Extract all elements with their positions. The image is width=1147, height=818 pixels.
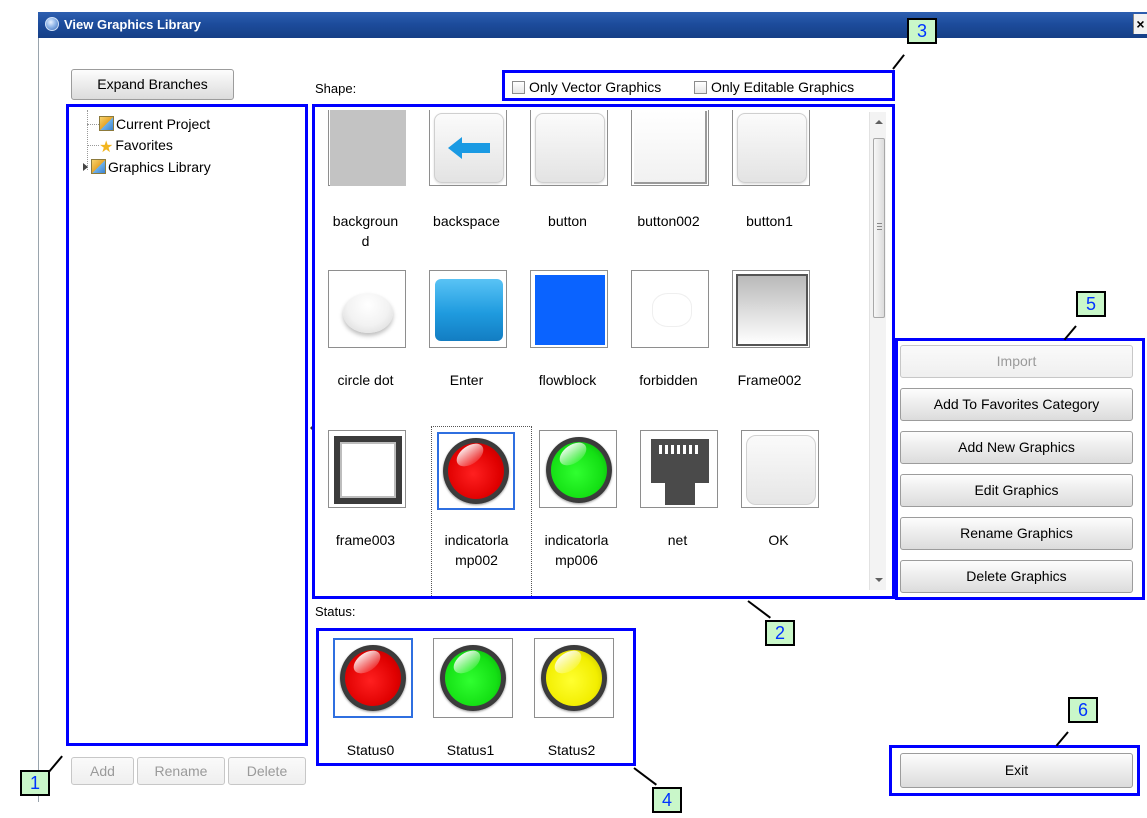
annotation-tag-1: 1 [20, 770, 50, 796]
status-label: Status: [315, 604, 356, 619]
delete-button[interactable]: Delete [228, 757, 306, 785]
annotation-tag-6: 6 [1068, 697, 1098, 723]
annotation-tag-5: 5 [1076, 291, 1106, 317]
annotation-box-5 [895, 338, 1145, 600]
rename-button[interactable]: Rename [137, 757, 225, 785]
add-button[interactable]: Add [71, 757, 134, 785]
annotation-leader-3 [892, 54, 905, 70]
app-icon [45, 17, 59, 31]
annotation-tag-2: 2 [765, 620, 795, 646]
annotation-tag-4: 4 [652, 787, 682, 813]
annotation-leader-4 [633, 767, 657, 786]
annotation-box-4 [316, 628, 636, 766]
annotation-box-6 [889, 745, 1140, 796]
window-title: View Graphics Library [64, 17, 202, 32]
expand-branches-button[interactable]: Expand Branches [71, 69, 234, 100]
window-left-edge [38, 12, 39, 802]
annotation-box-1 [66, 104, 308, 746]
shape-label: Shape: [315, 81, 357, 96]
annotation-tag-3: 3 [907, 18, 937, 44]
title-bar: View Graphics Library × [38, 12, 1147, 38]
close-icon[interactable]: × [1133, 14, 1147, 34]
annotation-leader-2 [747, 600, 771, 619]
annotation-box-2 [312, 104, 895, 599]
annotation-box-3 [502, 70, 895, 101]
